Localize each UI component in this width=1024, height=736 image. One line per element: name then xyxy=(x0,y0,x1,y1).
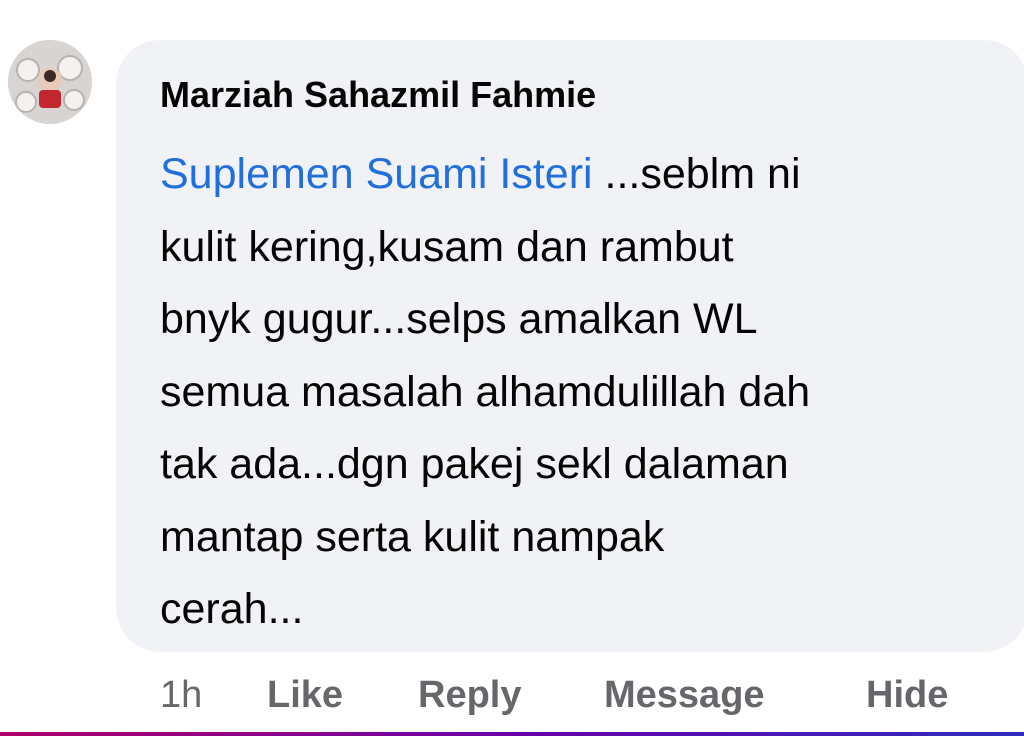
comment-line: mantap serta kulit nampak xyxy=(160,512,665,561)
like-button[interactable]: Like xyxy=(267,674,343,717)
comment-actions: 1h Like Reply Message Hide xyxy=(0,674,1024,722)
comment-text: Suplemen Suami Isteri ...seblm ni kulit … xyxy=(160,138,990,646)
hide-button[interactable]: Hide xyxy=(866,674,948,717)
comment-line: bnyk gugur...selps amalkan WL xyxy=(160,295,758,343)
comment-author[interactable]: Marziah Sahazmil Fahmie xyxy=(160,74,596,116)
timestamp: 1h xyxy=(160,674,203,716)
comment-line-1-text: ...seblm ni xyxy=(592,150,801,198)
comment-line: semua masalah alhamdulillah dah xyxy=(160,367,811,416)
comment-screen: Marziah Sahazmil Fahmie Suplemen Suami I… xyxy=(0,0,1024,736)
comment-line: cerah... xyxy=(160,585,304,633)
message-button[interactable]: Message xyxy=(604,674,765,717)
comment-line: tak ada...dgn pakej sekl dalaman xyxy=(160,440,789,488)
mention-link[interactable]: Suplemen Suami Isteri xyxy=(160,150,593,198)
comment-line: kulit kering,kusam dan rambut xyxy=(160,222,734,271)
reply-button[interactable]: Reply xyxy=(418,674,521,717)
bottom-accent-bar xyxy=(0,732,1024,736)
avatar[interactable] xyxy=(8,40,92,124)
comment-bubble: Marziah Sahazmil Fahmie Suplemen Suami I… xyxy=(116,40,1024,652)
comment-line-1: Suplemen Suami Isteri ...seblm ni xyxy=(160,138,990,211)
avatar-image xyxy=(8,40,92,124)
